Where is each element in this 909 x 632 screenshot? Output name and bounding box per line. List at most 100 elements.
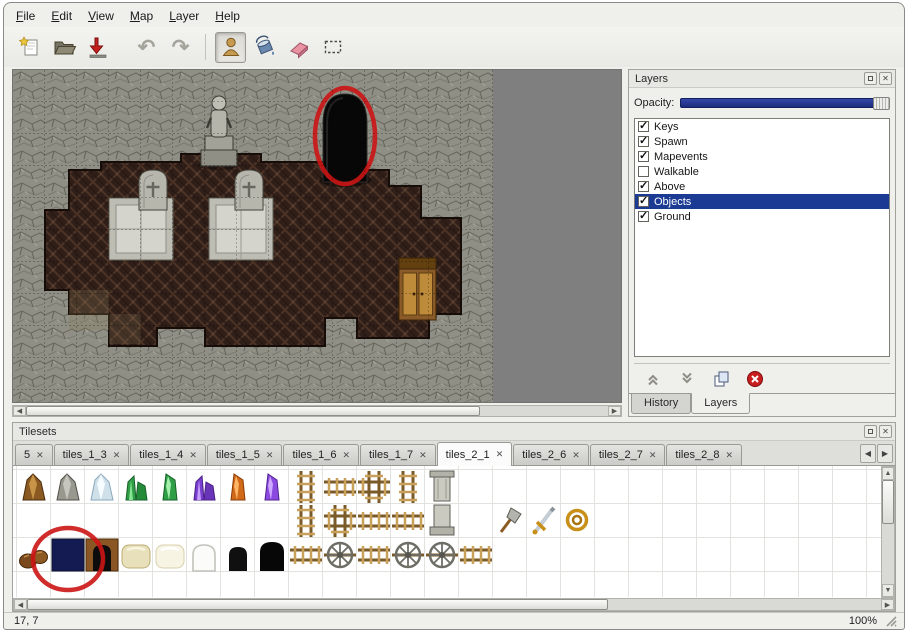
layer-checkbox[interactable]	[638, 196, 649, 207]
layer-checkbox[interactable]	[638, 166, 649, 177]
close-tab-icon[interactable]: ✕	[572, 451, 580, 460]
toolbar-separator	[205, 34, 206, 60]
tileset-tab-5[interactable]: tiles_1_7✕	[360, 444, 436, 465]
tile-stone-column[interactable]	[430, 471, 454, 501]
tile-white-arch[interactable]	[193, 545, 215, 571]
scroll-up-icon[interactable]: ▲	[882, 467, 894, 480]
tileset-tab-6[interactable]: tiles_2_1✕	[437, 442, 513, 466]
layer-checkbox[interactable]	[638, 151, 649, 162]
redo-icon: ↷	[172, 37, 190, 58]
close-tab-icon[interactable]: ✕	[36, 451, 44, 460]
menu-help[interactable]: Help	[207, 6, 248, 26]
resize-grip-icon[interactable]	[885, 615, 898, 628]
tile-column-base[interactable]	[430, 505, 454, 535]
layer-row-ground[interactable]: Ground	[635, 209, 889, 224]
stamp-tool-button[interactable]	[215, 32, 246, 63]
tileset-vertical-scrollbar[interactable]: ▲ ▼	[881, 466, 895, 598]
delete-circle-icon	[746, 370, 764, 388]
close-tab-icon[interactable]: ✕	[725, 451, 733, 460]
layer-row-above[interactable]: Above	[635, 179, 889, 194]
layer-label: Spawn	[654, 136, 688, 148]
layer-row-keys[interactable]: Keys	[635, 119, 889, 134]
tile-cream-block[interactable]	[122, 545, 150, 568]
tileset-horizontal-scrollbar[interactable]: ◀ ▶	[13, 598, 895, 611]
tile-light-block[interactable]	[156, 545, 184, 568]
chevron-down-icon	[679, 371, 695, 387]
move-layer-down-button[interactable]	[676, 368, 698, 390]
close-tab-icon[interactable]: ✕	[266, 451, 274, 460]
undo-button[interactable]: ↶	[131, 32, 162, 63]
map-horizontal-scrollbar[interactable]: ◀ ▶	[12, 405, 622, 417]
tab-history[interactable]: History	[631, 394, 691, 414]
tileset-tab-3[interactable]: tiles_1_5✕	[207, 444, 283, 465]
duplicate-layer-button[interactable]	[710, 368, 732, 390]
opacity-slider[interactable]	[680, 98, 890, 108]
close-tab-icon[interactable]: ✕	[343, 451, 351, 460]
scroll-down-icon[interactable]: ▼	[882, 584, 894, 597]
save-button[interactable]	[82, 32, 113, 63]
map-hscroll-thumb[interactable]	[26, 406, 480, 416]
tileset-tab-1[interactable]: tiles_1_3✕	[54, 444, 130, 465]
map-canvas[interactable]	[13, 70, 621, 402]
scroll-left-icon[interactable]: ◀	[13, 406, 26, 416]
open-button[interactable]	[48, 32, 79, 63]
close-tab-icon[interactable]: ✕	[496, 450, 504, 459]
layer-checkbox[interactable]	[638, 181, 649, 192]
layer-checkbox[interactable]	[638, 121, 649, 132]
new-map-button[interactable]	[14, 32, 45, 63]
tab-scroll-left-button[interactable]: ◀	[860, 444, 876, 463]
menubar: File Edit View Map Layer Help	[4, 3, 904, 27]
float-panel-icon[interactable]	[864, 425, 877, 438]
layer-checkbox[interactable]	[638, 136, 649, 147]
opacity-slider-handle[interactable]	[873, 97, 890, 110]
paint-bucket-icon	[252, 34, 278, 60]
layer-row-spawn[interactable]: Spawn	[635, 134, 889, 149]
eraser-tool-button[interactable]	[283, 32, 314, 63]
close-panel-icon[interactable]: ✕	[879, 72, 892, 85]
delete-layer-button[interactable]	[744, 368, 766, 390]
tab-scroll-right-button[interactable]: ▶	[877, 444, 893, 463]
tileset-tab-2[interactable]: tiles_1_4✕	[130, 444, 206, 465]
layer-row-mapevents[interactable]: Mapevents	[635, 149, 889, 164]
menu-layer[interactable]: Layer	[161, 6, 207, 26]
redo-button[interactable]: ↷	[165, 32, 196, 63]
tileset-vscroll-thumb[interactable]	[882, 480, 894, 524]
tileset-tab-9[interactable]: tiles_2_8✕	[666, 444, 742, 465]
tile-cave-arch-large[interactable]	[260, 542, 284, 571]
layer-checkbox[interactable]	[638, 211, 649, 222]
close-tab-icon[interactable]: ✕	[113, 451, 121, 460]
layer-list: Keys Spawn Mapevents Walkable	[634, 118, 890, 357]
scroll-left-icon[interactable]: ◀	[14, 599, 27, 610]
tile-cave-arch-small[interactable]	[229, 547, 247, 571]
map-empty-area	[493, 70, 621, 402]
float-panel-icon[interactable]	[864, 72, 877, 85]
close-panel-icon[interactable]: ✕	[879, 425, 892, 438]
move-layer-up-button[interactable]	[642, 368, 664, 390]
scroll-right-icon[interactable]: ▶	[881, 599, 894, 610]
close-tab-icon[interactable]: ✕	[189, 451, 197, 460]
menu-file[interactable]: File	[8, 6, 43, 26]
tab-layers[interactable]: Layers	[691, 393, 750, 414]
tileset-hscroll-thumb[interactable]	[27, 599, 608, 610]
tileset-tab-4[interactable]: tiles_1_6✕	[283, 444, 359, 465]
menu-view[interactable]: View	[80, 6, 122, 26]
menu-map[interactable]: Map	[122, 6, 161, 26]
layer-row-walkable[interactable]: Walkable	[635, 164, 889, 179]
tileset-tab-7[interactable]: tiles_2_6✕	[513, 444, 589, 465]
close-tab-icon[interactable]: ✕	[649, 451, 657, 460]
tile-dark-blue-selected[interactable]	[52, 539, 84, 571]
layers-panel: Layers ✕ Opacity: Keys	[628, 69, 896, 417]
select-tool-button[interactable]	[317, 32, 348, 63]
tileset-canvas[interactable]	[13, 466, 881, 598]
layer-row-objects[interactable]: Objects	[635, 194, 889, 209]
tileset-tab-0[interactable]: 5✕	[15, 444, 53, 465]
tilesets-panel: Tilesets ✕ 5✕ tiles_1_3✕ tiles_1_4✕ tile…	[12, 422, 896, 612]
toolbar: ↶ ↷	[4, 27, 904, 67]
fill-tool-button[interactable]	[249, 32, 280, 63]
tileset-tab-8[interactable]: tiles_2_7✕	[590, 444, 666, 465]
close-tab-icon[interactable]: ✕	[419, 451, 427, 460]
tileset-svg[interactable]	[13, 466, 881, 597]
menu-edit[interactable]: Edit	[43, 6, 80, 26]
selection-rectangle-icon	[320, 34, 346, 60]
scroll-right-icon[interactable]: ▶	[608, 406, 621, 416]
